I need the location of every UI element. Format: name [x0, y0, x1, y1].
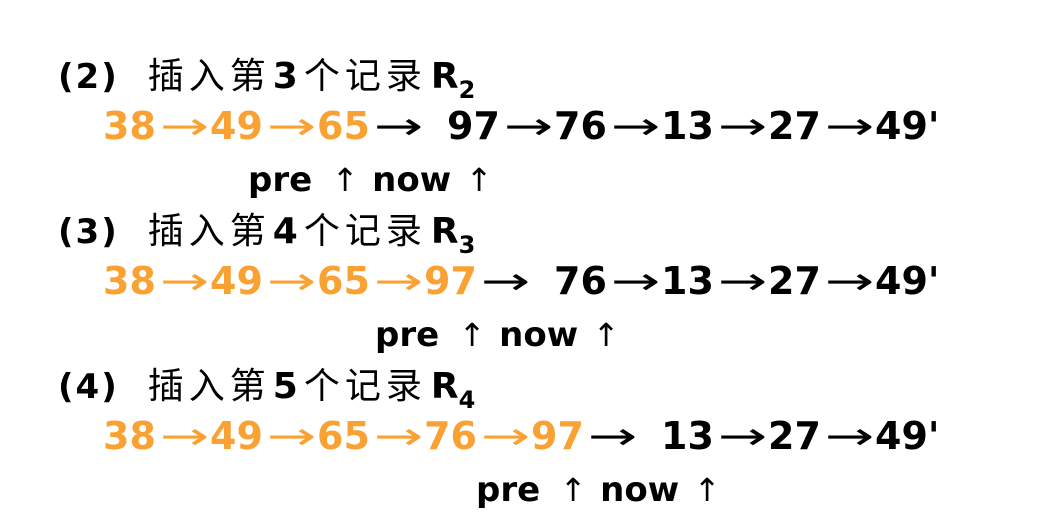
right-arrow-icon: →: [373, 414, 424, 458]
heading-text-after: 个记录: [303, 56, 427, 97]
right-arrow-icon: →: [824, 259, 875, 303]
now-pointer-label: now: [600, 470, 680, 510]
step-heading: (3) 插入第 4 个记录 R 3: [58, 208, 475, 259]
up-arrow-icon: ↑: [458, 316, 486, 354]
step-number: (4): [58, 367, 119, 407]
right-arrow-icon: →: [159, 259, 210, 303]
up-arrow-icon: ↑: [465, 161, 493, 199]
right-arrow-icon: →: [717, 259, 768, 303]
right-arrow-icon: →: [480, 259, 531, 303]
now-pointer-label: now: [499, 315, 579, 355]
step-number: (2): [58, 57, 119, 97]
up-arrow-icon: ↑: [331, 161, 359, 199]
right-arrow-icon: →: [824, 414, 875, 458]
pointer-labels: pre ↑ now ↑: [375, 308, 620, 362]
pointer-labels: pre ↑ now ↑: [476, 463, 721, 517]
right-arrow-icon: →: [610, 259, 661, 303]
record-symbol: R: [430, 56, 459, 97]
up-arrow-icon: ↑: [559, 471, 587, 509]
right-arrow-icon: →: [587, 414, 638, 458]
record-ordinal: 4: [272, 211, 298, 252]
linked-list: 38 → 49 → 65 → 97 → 76 → 13 → 27 → 49': [103, 101, 940, 151]
right-arrow-icon: →: [159, 414, 210, 458]
right-arrow-icon: →: [373, 104, 424, 148]
pointer-labels: pre ↑ now ↑: [248, 153, 493, 207]
right-arrow-icon: →: [824, 104, 875, 148]
right-arrow-icon: →: [503, 104, 554, 148]
insertion-step: (2) 插入第 3 个记录 R 2 38 → 49 → 65 → 97 → 76…: [0, 53, 1053, 208]
pre-pointer-label: pre: [476, 470, 541, 510]
linked-list: 38 → 49 → 65 → 76 → 97 → 13 → 27 → 49': [103, 411, 940, 461]
pre-pointer-label: pre: [375, 315, 440, 355]
right-arrow-icon: →: [610, 104, 661, 148]
record-symbol: R: [430, 211, 459, 252]
heading-text-before: 插入第: [147, 56, 271, 97]
step-heading: (4) 插入第 5 个记录 R 4: [58, 363, 475, 414]
insertion-step: (4) 插入第 5 个记录 R 4 38 → 49 → 65 → 76 → 97…: [0, 363, 1053, 518]
record-ordinal: 5: [272, 366, 298, 407]
right-arrow-icon: →: [266, 259, 317, 303]
heading-text-before: 插入第: [147, 211, 271, 252]
heading-text-after: 个记录: [303, 366, 427, 407]
insertion-step: (3) 插入第 4 个记录 R 3 38 → 49 → 65 → 97 → 76…: [0, 208, 1053, 363]
record-symbol: R: [430, 366, 459, 407]
step-number: (3): [58, 212, 119, 252]
record-ordinal: 3: [272, 56, 298, 97]
right-arrow-icon: →: [266, 414, 317, 458]
step-heading: (2) 插入第 3 个记录 R 2: [58, 53, 475, 104]
heading-text-after: 个记录: [303, 211, 427, 252]
right-arrow-icon: →: [373, 259, 424, 303]
right-arrow-icon: →: [266, 104, 317, 148]
right-arrow-icon: →: [717, 104, 768, 148]
right-arrow-icon: →: [159, 104, 210, 148]
heading-text-before: 插入第: [147, 366, 271, 407]
linked-list: 38 → 49 → 65 → 97 → 76 → 13 → 27 → 49': [103, 256, 940, 306]
slide: (2) 插入第 3 个记录 R 2 38 → 49 → 65 → 97 → 76…: [0, 0, 1053, 532]
now-pointer-label: now: [372, 160, 452, 200]
up-arrow-icon: ↑: [693, 471, 721, 509]
right-arrow-icon: →: [717, 414, 768, 458]
right-arrow-icon: →: [480, 414, 531, 458]
pre-pointer-label: pre: [248, 160, 313, 200]
up-arrow-icon: ↑: [592, 316, 620, 354]
